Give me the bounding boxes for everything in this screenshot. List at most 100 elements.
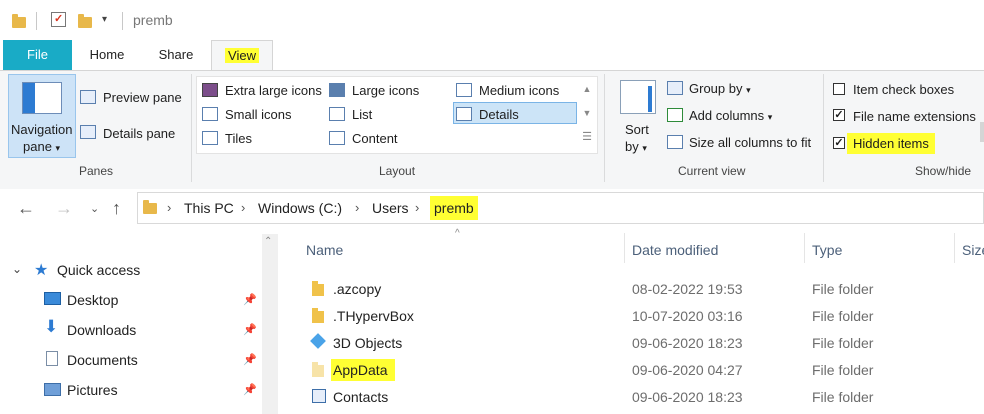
layout-tiles[interactable]: Tiles (225, 131, 252, 146)
layout-list[interactable]: List (352, 107, 372, 122)
column-header-type[interactable]: Type (812, 242, 842, 258)
file-name[interactable]: AppData (331, 359, 396, 381)
preview-pane-button[interactable]: Preview pane (103, 90, 182, 105)
layout-extra-large-icons[interactable]: Extra large icons (225, 83, 322, 98)
nav-pictures[interactable]: Pictures (67, 382, 118, 398)
tab-view[interactable]: View (211, 40, 273, 72)
file-name-extensions-checkbox[interactable]: ✓ (833, 109, 845, 121)
options-button-edge[interactable] (980, 122, 984, 142)
pin-icon: 📌 (243, 384, 257, 396)
file-type: File folder (812, 281, 874, 297)
file-name[interactable]: Contacts (333, 389, 388, 405)
large-icons-icon (329, 83, 345, 97)
nav-quick-access[interactable]: Quick access (57, 262, 140, 278)
column-header-name[interactable]: Name (306, 242, 343, 258)
medium-icons-icon (456, 83, 472, 97)
add-columns-button[interactable]: Add columns ▾ (689, 108, 772, 123)
file-date: 09-06-2020 18:23 (632, 335, 743, 351)
layout-large-icons[interactable]: Large icons (352, 83, 419, 98)
tab-view-label: View (225, 48, 259, 63)
file-type: File folder (812, 362, 874, 378)
current-view-group-label: Current view (678, 164, 746, 178)
document-icon (46, 351, 58, 366)
forward-arrow-icon[interactable]: → (55, 198, 73, 219)
size-all-columns-button[interactable]: Size all columns to fit (689, 135, 811, 150)
contacts-icon (312, 389, 326, 403)
tab-file[interactable]: File (3, 40, 72, 70)
pin-icon: 📌 (243, 324, 257, 336)
customize-quick-access-icon[interactable]: ▾ (102, 14, 107, 25)
sort-by-label-2: by ▾ (625, 139, 647, 154)
file-date: 08-02-2022 19:53 (632, 281, 743, 297)
hidden-items-label: Hidden items (847, 133, 935, 154)
nav-downloads[interactable]: Downloads (67, 322, 136, 338)
extra-large-icons-icon (202, 83, 218, 97)
show-hide-group-label: Show/hide (915, 164, 972, 178)
layout-small-icons[interactable]: Small icons (225, 107, 291, 122)
layout-scroll-up-icon[interactable]: ▲ (580, 84, 594, 94)
file-date: 09-06-2020 04:27 (632, 362, 743, 378)
column-header-size[interactable]: Size (962, 242, 984, 258)
scroll-up-icon[interactable]: ⌃ (264, 236, 272, 247)
nav-desktop[interactable]: Desktop (67, 292, 118, 308)
item-check-boxes-checkbox[interactable] (833, 83, 845, 95)
folder-icon (12, 14, 26, 28)
navigation-pane-label: Navigation (11, 122, 73, 137)
address-folder-icon (143, 200, 157, 214)
hidden-folder-icon (312, 362, 324, 377)
tiles-icon (202, 131, 218, 145)
properties-icon[interactable]: ✓ (51, 12, 66, 27)
back-arrow-icon[interactable]: ← (17, 198, 35, 219)
file-name[interactable]: 3D Objects (333, 335, 402, 351)
breadcrumb-users[interactable]: Users (372, 200, 409, 216)
chevron-right-icon[interactable]: › (415, 200, 419, 215)
sort-ascending-icon: ^ (455, 228, 460, 239)
file-type: File folder (812, 389, 874, 405)
nav-documents[interactable]: Documents (67, 352, 138, 368)
column-header-date-modified[interactable]: Date modified (632, 242, 718, 258)
up-arrow-icon[interactable]: ↑ (112, 198, 121, 219)
chevron-right-icon[interactable]: › (167, 200, 171, 215)
tab-home[interactable]: Home (75, 40, 139, 70)
breadcrumb-this-pc[interactable]: This PC (184, 200, 234, 216)
recent-locations-icon[interactable]: ⌄ (90, 202, 99, 215)
panes-group-label: Panes (79, 164, 114, 178)
details-pane-button[interactable]: Details pane (103, 126, 175, 141)
sort-arrow-icon (648, 86, 652, 112)
navigation-pane-label-2: pane ▾ (23, 139, 61, 154)
layout-scroll-down-icon[interactable]: ▼ (580, 108, 594, 118)
file-name[interactable]: .THypervBox (333, 308, 414, 324)
layout-details[interactable]: Details (479, 107, 519, 122)
chevron-right-icon[interactable]: › (241, 200, 245, 215)
star-icon: ★ (34, 262, 49, 279)
item-check-boxes-label: Item check boxes (853, 82, 955, 97)
add-columns-icon (667, 108, 683, 122)
sort-by-button[interactable]: Sort (625, 122, 649, 137)
new-folder-icon[interactable] (78, 14, 92, 28)
file-date: 09-06-2020 18:23 (632, 389, 743, 405)
hidden-items-checkbox[interactable]: ✓ (833, 137, 845, 149)
group-by-button[interactable]: Group by ▾ (689, 81, 751, 96)
chevron-right-icon[interactable]: › (355, 200, 359, 215)
folder-icon (312, 308, 324, 323)
navigation-pane-icon (22, 82, 62, 114)
folder-icon (312, 281, 324, 296)
group-by-icon (667, 81, 683, 95)
chevron-down-icon[interactable]: ⌄ (12, 262, 22, 276)
file-type: File folder (812, 335, 874, 351)
navigation-scrollbar[interactable] (262, 234, 278, 414)
layout-medium-icons[interactable]: Medium icons (479, 83, 559, 98)
download-icon: ⬇ (44, 317, 59, 336)
layout-group-label: Layout (379, 164, 416, 178)
preview-pane-icon (80, 90, 96, 104)
file-name[interactable]: .azcopy (333, 281, 381, 297)
3d-objects-icon (310, 333, 326, 349)
breadcrumb-windows-c[interactable]: Windows (C:) (258, 200, 342, 216)
window-title: premb (133, 12, 173, 28)
desktop-icon (44, 292, 61, 305)
layout-more-icon[interactable]: ☰ (580, 130, 594, 143)
breadcrumb-premb[interactable]: premb (430, 196, 478, 220)
file-date: 10-07-2020 03:16 (632, 308, 743, 324)
tab-share[interactable]: Share (143, 40, 209, 70)
layout-content[interactable]: Content (352, 131, 398, 146)
